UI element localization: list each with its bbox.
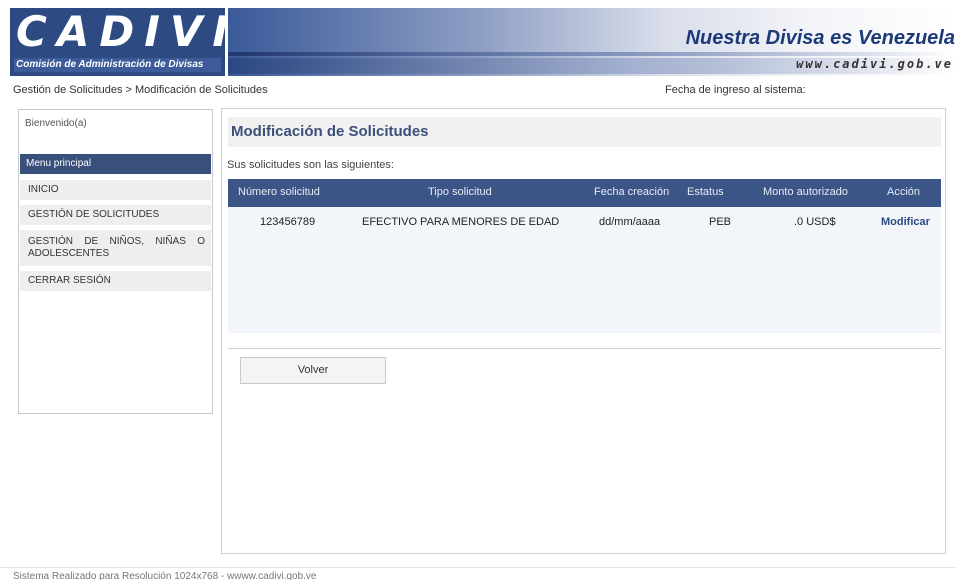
column-header-fecha: Fecha creación — [594, 186, 670, 198]
breadcrumb: Gestión de Solicitudes > Modificación de… — [13, 84, 268, 96]
cell-numero: 123456789 — [260, 216, 316, 228]
table-body: 123456789 EFECTIVO PARA MENORES DE EDAD … — [228, 207, 941, 333]
volver-button[interactable]: Volver — [240, 357, 386, 384]
cell-tipo: EFECTIVO PARA MENORES DE EDAD — [362, 216, 560, 228]
logo-text: CADIVI — [16, 7, 238, 56]
cadivi-logo[interactable]: CADIVI Comisión de Administración de Div… — [10, 8, 228, 76]
sidebar-item-gestion-solicitudes[interactable]: GESTIÓN DE SOLICITUDES — [20, 205, 211, 225]
cell-monto: .0 USD$ — [794, 216, 836, 228]
header-banner: CADIVI Comisión de Administración de Div… — [10, 8, 955, 76]
column-header-tipo: Tipo solicitud — [428, 186, 492, 198]
banner-stripe — [228, 52, 955, 56]
page-title: Modificación de Solicitudes — [231, 123, 429, 140]
menu-header: Menu principal — [20, 154, 211, 174]
sidebar-item-inicio[interactable]: INICIO — [20, 180, 211, 200]
sidebar-item-gestion-ninos[interactable]: GESTIÓN DE NIÑOS, NIÑAS O ADOLESCENTES — [20, 230, 211, 266]
slogan: Nuestra Divisa es Venezuela — [685, 27, 955, 49]
column-header-numero: Número solicitud — [238, 186, 320, 198]
site-url: www.cadivi.gob.ve — [796, 57, 953, 71]
column-header-estatus: Estatus — [687, 186, 724, 198]
login-date-label: Fecha de ingreso al sistema: — [665, 84, 806, 96]
cell-estatus: PEB — [709, 216, 732, 228]
logo-subtitle: Comisión de Administración de Divisas — [14, 58, 221, 72]
intro-text: Sus solicitudes son las siguientes: — [227, 159, 394, 171]
table-header: Número solicitud Tipo solicitud Fecha cr… — [228, 179, 941, 207]
sidebar-item-cerrar-sesion[interactable]: CERRAR SESIÓN — [20, 271, 211, 291]
column-header-accion: Acción — [887, 186, 921, 198]
title-bar: Modificación de Solicitudes — [228, 117, 941, 147]
divider — [228, 348, 941, 349]
main-panel: Modificación de Solicitudes Sus solicitu… — [221, 108, 946, 554]
cell-fecha: dd/mm/aaaa — [599, 216, 661, 228]
footer-divider — [0, 567, 955, 568]
welcome-text: Bienvenido(a) — [25, 118, 87, 129]
column-header-monto: Monto autorizado — [763, 186, 848, 198]
footer-text: Sistema Realizado para Resolución 1024x7… — [13, 571, 317, 580]
modificar-link[interactable]: Modificar — [881, 216, 930, 228]
sidebar: Bienvenido(a) Menu principal INICIO GEST… — [18, 109, 213, 414]
